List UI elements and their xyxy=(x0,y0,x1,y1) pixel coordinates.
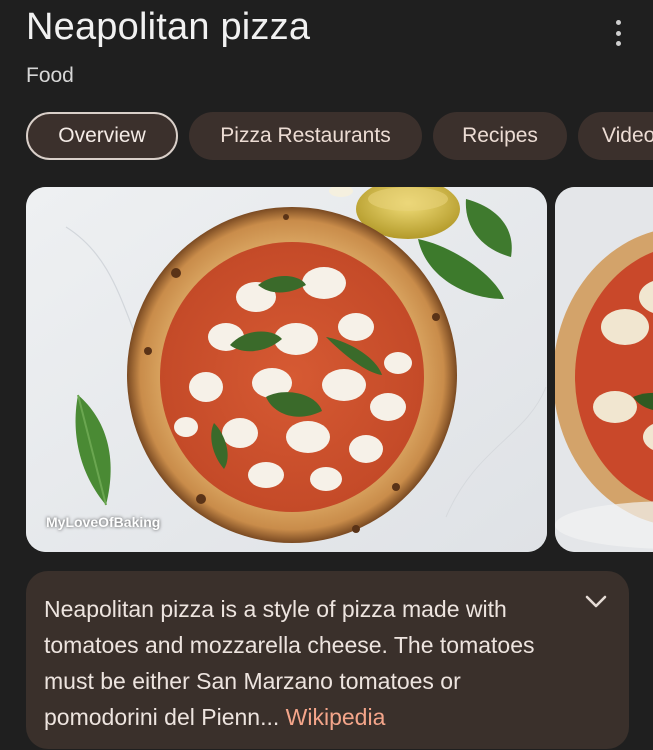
chip-row: Overview Pizza Restaurants Recipes Video… xyxy=(0,112,653,164)
chevron-down-icon[interactable] xyxy=(585,595,607,609)
description-text: Neapolitan pizza is a style of pizza mad… xyxy=(44,591,559,735)
image-carousel: MyLoveOfBaking xyxy=(26,187,653,552)
wikipedia-link[interactable]: Wikipedia xyxy=(286,704,386,730)
main-pizza-image[interactable]: MyLoveOfBaking xyxy=(26,187,547,552)
description-card[interactable]: Neapolitan pizza is a style of pizza mad… xyxy=(26,571,629,749)
image-credit: MyLoveOfBaking xyxy=(46,514,161,530)
page-title: Neapolitan pizza xyxy=(26,6,311,48)
secondary-pizza-image[interactable] xyxy=(555,187,653,552)
chip-videos[interactable]: Videos xyxy=(578,112,653,160)
more-vert-icon[interactable] xyxy=(606,20,630,46)
chip-pizza-restaurants[interactable]: Pizza Restaurants xyxy=(189,112,422,160)
page-subtitle: Food xyxy=(26,64,74,87)
chip-overview[interactable]: Overview xyxy=(26,112,178,160)
chip-recipes[interactable]: Recipes xyxy=(433,112,567,160)
